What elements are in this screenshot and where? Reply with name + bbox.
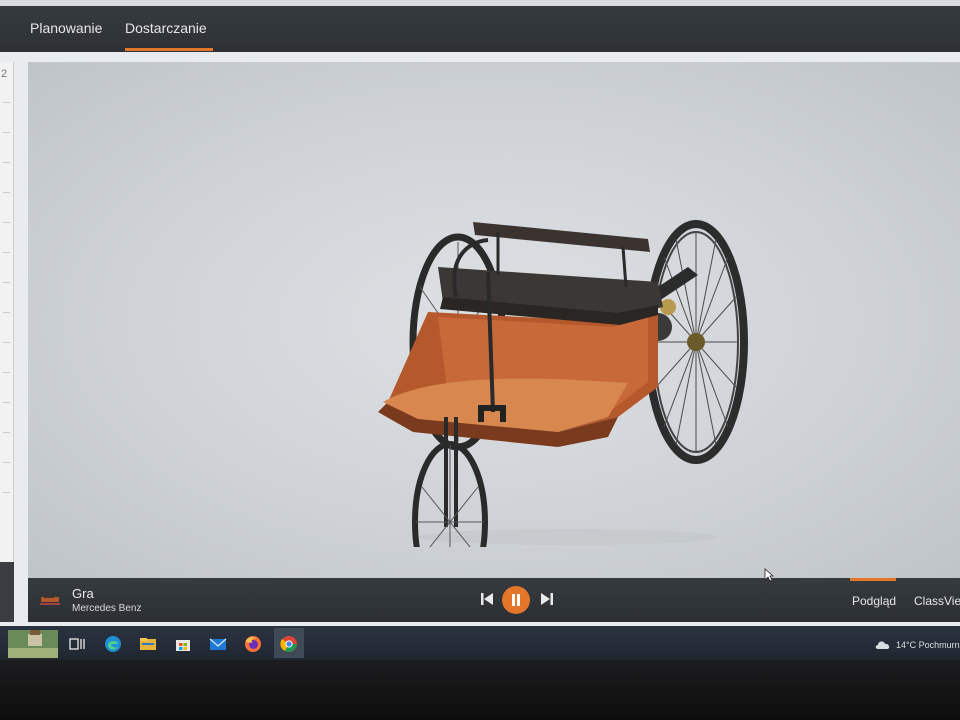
- active-tab-indicator: [125, 48, 213, 51]
- gutter-tick: [3, 342, 10, 343]
- mail-icon[interactable]: [209, 635, 227, 653]
- gutter-tick: [3, 102, 10, 103]
- slide-gutter[interactable]: 2: [0, 62, 14, 622]
- next-icon[interactable]: [538, 590, 556, 608]
- slide-number: 2: [1, 68, 8, 80]
- gutter-tick: [3, 402, 10, 403]
- gutter-tick: [3, 132, 10, 133]
- player-control-bar: Gra Mercedes Benz Podgląd ClassView: [28, 568, 960, 622]
- edge-icon[interactable]: [104, 635, 122, 653]
- gutter-footer: [0, 562, 14, 622]
- gutter-tick: [3, 372, 10, 373]
- desktop-thumbnail-icon[interactable]: [8, 630, 58, 658]
- car-thumbnail-icon: [40, 595, 60, 605]
- chrome-icon[interactable]: [280, 635, 298, 653]
- app-header: Planowanie Dostarczanie: [0, 6, 960, 52]
- gutter-tick: [3, 192, 10, 193]
- active-view-indicator: [850, 578, 896, 581]
- seat: [438, 222, 663, 325]
- pause-icon: [512, 594, 520, 606]
- gutter-tick: [3, 312, 10, 313]
- gutter-tick: [3, 252, 10, 253]
- tab-planowanie[interactable]: Planowanie: [30, 20, 102, 36]
- task-view-icon[interactable]: [68, 635, 86, 653]
- rear-right-wheel: [644, 220, 748, 464]
- car-3d-model[interactable]: [358, 147, 758, 547]
- monitor-bezel: [0, 660, 960, 720]
- store-icon[interactable]: [174, 635, 192, 653]
- gutter-tick: [3, 282, 10, 283]
- gutter-tick: [3, 162, 10, 163]
- screen: Planowanie Dostarczanie 2 Gra Mercedes B…: [0, 0, 960, 720]
- mouse-cursor-icon: [764, 568, 774, 582]
- pause-button[interactable]: [502, 586, 530, 614]
- taskbar: 14°C Pochmurno: [0, 626, 960, 660]
- media-title: Gra: [72, 586, 94, 601]
- firefox-icon[interactable]: [244, 635, 262, 653]
- tab-podglad[interactable]: Podgląd: [852, 594, 896, 608]
- gutter-tick: [3, 222, 10, 223]
- cloud-icon[interactable]: [874, 638, 892, 650]
- file-explorer-icon[interactable]: [139, 635, 157, 653]
- model-viewer[interactable]: [28, 62, 960, 580]
- gutter-tick: [3, 492, 10, 493]
- tab-classview[interactable]: ClassView: [914, 594, 960, 608]
- tab-dostarczanie[interactable]: Dostarczanie: [125, 20, 207, 36]
- weather-text[interactable]: 14°C Pochmurno: [896, 640, 960, 650]
- media-subtitle: Mercedes Benz: [72, 603, 142, 614]
- wooden-body: [378, 307, 658, 447]
- gutter-tick: [3, 462, 10, 463]
- gutter-tick: [3, 432, 10, 433]
- previous-icon[interactable]: [478, 590, 496, 608]
